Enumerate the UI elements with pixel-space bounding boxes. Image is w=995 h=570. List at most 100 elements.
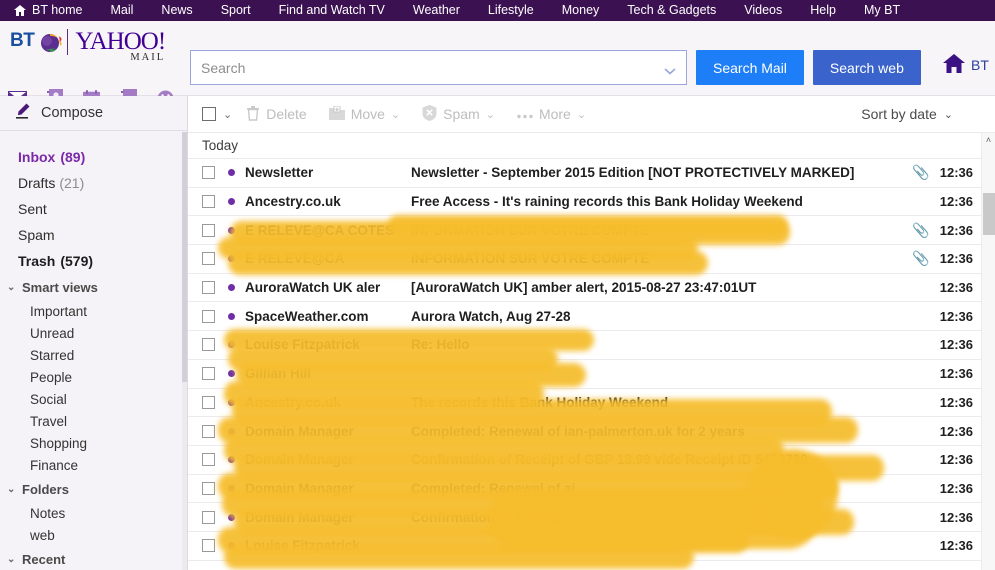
list-scrollbar[interactable]: ˄ xyxy=(981,133,995,570)
table-row[interactable]: Domain Manager Confirmation of Receipt o… xyxy=(188,446,995,475)
row-checkbox[interactable] xyxy=(202,309,215,323)
unread-dot-icon xyxy=(228,513,235,521)
sidebar-item-unread[interactable]: Unread xyxy=(0,322,187,344)
sidebar-group-folders[interactable]: ⌄ Folders xyxy=(0,476,187,502)
unread-dot-icon xyxy=(228,312,235,320)
group-label: Folders xyxy=(22,481,69,497)
bt-nav-item-weather[interactable]: Weather xyxy=(413,0,460,21)
table-row[interactable]: Ancestry.co.uk Free Access - It's rainin… xyxy=(188,188,995,217)
sidebar-group-smart-views[interactable]: ⌄ Smart views xyxy=(0,274,187,300)
row-checkbox[interactable] xyxy=(202,281,215,295)
chevron-down-icon: ⌄ xyxy=(390,108,401,121)
table-row[interactable]: Louise Fitzpatrick 12:36 xyxy=(188,532,995,561)
sidebar-item-inbox[interactable]: Inbox (89) xyxy=(0,144,187,170)
table-row[interactable]: AuroraWatch UK aler [AuroraWatch UK] amb… xyxy=(188,274,995,303)
more-button[interactable]: More ⌄ xyxy=(517,106,586,122)
sub-item-label: Social xyxy=(30,391,67,407)
sidebar-item-notes[interactable]: Notes xyxy=(0,502,187,524)
row-sender: Gillian Hill xyxy=(245,366,312,382)
row-checkbox[interactable] xyxy=(202,510,215,524)
row-checkbox[interactable] xyxy=(202,367,215,381)
row-checkbox[interactable] xyxy=(202,481,215,495)
row-checkbox[interactable] xyxy=(202,252,215,266)
table-row[interactable]: Domain Manager Confirmation of Receip 12… xyxy=(188,503,995,532)
row-checkbox[interactable] xyxy=(202,424,215,438)
table-row[interactable]: Domain Manager Completed: Renewal of ian… xyxy=(188,417,995,446)
sidebar-scrollbar[interactable] xyxy=(182,132,187,570)
list-toolbar: ⌄ Delete Move ⌄ Spam ⌄ More ⌄ Sort by da… xyxy=(188,96,995,133)
sort-by-date-button[interactable]: Sort by date ⌄ xyxy=(861,106,953,122)
row-checkbox[interactable] xyxy=(202,338,215,352)
row-sender: Newsletter xyxy=(245,165,314,181)
bt-nav-item-mail[interactable]: Mail xyxy=(111,0,134,21)
compose-button[interactable]: Compose xyxy=(0,96,187,131)
sidebar-group-recent[interactable]: ⌄ Recent xyxy=(0,546,187,570)
move-button[interactable]: Move ⌄ xyxy=(328,105,401,123)
attachment-icon: 📎 xyxy=(912,164,930,181)
unread-dot-icon xyxy=(228,456,235,464)
row-checkbox[interactable] xyxy=(202,166,215,180)
spam-button[interactable]: Spam ⌄ xyxy=(422,104,495,124)
bt-home-link[interactable]: BT xyxy=(943,54,995,76)
bt-nav-item-bt-home[interactable]: BT home xyxy=(14,0,83,21)
sidebar-scrollbar-thumb[interactable] xyxy=(182,132,187,382)
sidebar-item-important[interactable]: Important xyxy=(0,300,187,322)
table-row[interactable]: Domain Manager Completed: Renewal of ai … xyxy=(188,475,995,504)
sidebar-item-travel[interactable]: Travel xyxy=(0,410,187,432)
sub-item-label: Notes xyxy=(30,505,66,521)
list-scrollbar-thumb[interactable] xyxy=(983,193,995,235)
bt-nav-item-sport[interactable]: Sport xyxy=(221,0,251,21)
row-checkbox[interactable] xyxy=(202,453,215,467)
search-box[interactable] xyxy=(190,50,687,85)
search-mail-button[interactable]: Search Mail xyxy=(696,50,804,85)
search-input[interactable] xyxy=(201,59,676,76)
chevron-down-icon: ⌄ xyxy=(7,553,16,565)
sidebar-item-sent[interactable]: Sent xyxy=(0,196,187,222)
sidebar-item-social[interactable]: Social xyxy=(0,388,187,410)
unread-dot-icon xyxy=(228,169,235,177)
bt-nav-item-tech-and-gadgets[interactable]: Tech & Gadgets xyxy=(627,0,716,21)
table-row[interactable]: E RELEVE@CA INFORMATION SUR VOTRE COMPTE… xyxy=(188,245,995,274)
select-all-chevron-down-icon[interactable]: ⌄ xyxy=(223,108,232,121)
select-all-checkbox[interactable] xyxy=(202,107,216,121)
home-icon xyxy=(943,54,965,76)
table-row[interactable]: Newsletter Newsletter - September 2015 E… xyxy=(188,159,995,188)
sidebar-item-drafts[interactable]: Drafts (21) xyxy=(0,170,187,196)
sub-item-label: Unread xyxy=(30,325,75,341)
row-sender: Domain Manager xyxy=(245,509,354,525)
chevron-down-icon[interactable] xyxy=(664,62,676,80)
sidebar-item-spam[interactable]: Spam xyxy=(0,222,187,248)
table-row[interactable]: E RELEVE@CA COTES INFORMATION SUR VOTRE … xyxy=(188,216,995,246)
search-web-button[interactable]: Search web xyxy=(812,50,921,85)
scroll-up-arrow-icon[interactable]: ˄ xyxy=(982,133,995,147)
bt-nav-item-find-and-watch-tv[interactable]: Find and Watch TV xyxy=(279,0,385,21)
delete-button[interactable]: Delete xyxy=(246,105,307,124)
sub-item-label: Starred xyxy=(30,347,75,363)
sidebar-item-finance[interactable]: Finance xyxy=(0,454,187,476)
row-checkbox[interactable] xyxy=(202,223,215,237)
sidebar-item-trash[interactable]: Trash (579) xyxy=(0,248,187,274)
bt-nav-item-money[interactable]: Money xyxy=(562,0,600,21)
sidebar-item-shopping[interactable]: Shopping xyxy=(0,432,187,454)
table-row[interactable]: Louise Fitzpatrick Re: Hello 12:36 xyxy=(188,331,995,360)
bt-nav-item-news[interactable]: News xyxy=(161,0,192,21)
sidebar-item-web[interactable]: web xyxy=(0,524,187,546)
table-row[interactable]: Gillian Hill 12:36 xyxy=(188,360,995,389)
sidebar-item-starred[interactable]: Starred xyxy=(0,344,187,366)
bt-home-label: BT xyxy=(971,57,989,73)
table-row[interactable]: Ancestry.co.uk The records this Bank Hol… xyxy=(188,389,995,418)
row-checkbox[interactable] xyxy=(202,395,215,409)
bt-nav-item-help[interactable]: Help xyxy=(810,0,836,21)
row-subject: INFORMATION SUR VOTRE COMPTE xyxy=(411,222,650,238)
attachment-icon: 📎 xyxy=(912,221,930,238)
row-checkbox[interactable] xyxy=(202,195,215,209)
sidebar-item-people[interactable]: People xyxy=(0,366,187,388)
bt-nav-item-videos[interactable]: Videos xyxy=(744,0,782,21)
unread-dot-icon xyxy=(228,398,235,406)
table-row[interactable]: SpaceWeather.com Aurora Watch, Aug 27-28… xyxy=(188,302,995,332)
row-sender: SpaceWeather.com xyxy=(245,308,369,324)
mail-header: BT YAHOO! MAIL 31 xyxy=(0,21,995,107)
row-checkbox[interactable] xyxy=(202,539,215,553)
bt-nav-item-my-bt[interactable]: My BT xyxy=(864,0,900,21)
bt-nav-item-lifestyle[interactable]: Lifestyle xyxy=(488,0,534,21)
